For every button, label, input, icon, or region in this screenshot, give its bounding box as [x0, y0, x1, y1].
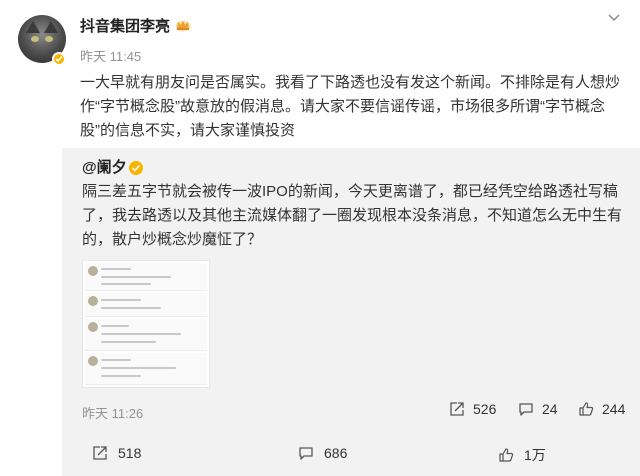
repost-share-button[interactable]: 526	[449, 401, 496, 417]
action-bar	[62, 436, 640, 476]
repost-like-count: 244	[602, 401, 626, 417]
author-name[interactable]: 抖音集团李亮	[80, 15, 170, 36]
post-text: 一大早就有朋友问是否属实。我看了下路透也没有发这个新闻。不排除是有人想炒作“字节…	[80, 74, 621, 139]
comment-button[interactable]: 686	[298, 445, 347, 461]
share-button[interactable]: 518	[92, 445, 141, 461]
post-timestamp[interactable]: 昨天 11:45	[80, 46, 141, 65]
repost-comment-count: 24	[542, 401, 558, 417]
repost-comment-button[interactable]: 24	[518, 401, 558, 417]
comment-icon	[299, 447, 313, 460]
verified-badge-icon	[129, 161, 143, 175]
comment-count: 686	[324, 445, 348, 461]
avatar-ear	[26, 21, 40, 33]
share-icon	[93, 446, 107, 460]
repost-like-button[interactable]: 244	[578, 401, 625, 417]
like-button[interactable]: 1万	[498, 445, 546, 465]
crown-icon	[175, 18, 191, 37]
repost-text: 隔三差五字节就会被传一波IPO的新闻，今天更离谱了，都已经凭空给路透社写稿了，我…	[82, 183, 623, 248]
avatar-eye	[31, 36, 39, 42]
avatar-eye	[45, 36, 53, 42]
share-icon	[450, 402, 464, 416]
repost-timestamp[interactable]: 昨天 11:26	[82, 403, 143, 422]
avatar-ear	[44, 21, 58, 33]
repost-author[interactable]: @阑夕	[82, 156, 127, 177]
share-count: 518	[118, 445, 142, 461]
like-icon	[579, 402, 594, 416]
repost-image-thumbnail[interactable]	[82, 260, 210, 388]
like-count: 1万	[524, 447, 546, 463]
like-icon	[499, 448, 514, 462]
chevron-down-icon[interactable]	[607, 10, 621, 29]
repost-share-count: 526	[473, 401, 497, 417]
comment-icon	[519, 403, 533, 416]
verified-badge-icon	[52, 52, 66, 66]
